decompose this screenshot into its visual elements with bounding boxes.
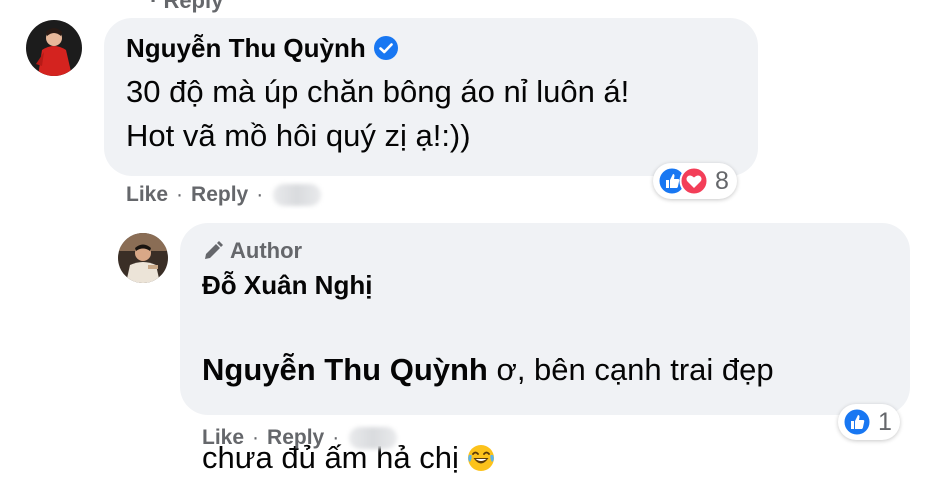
comment-author-name[interactable]: Đỗ Xuân Nghị (202, 270, 774, 300)
laughing-tears-emoji (468, 445, 495, 471)
reaction-count: 1 (878, 407, 892, 436)
avatar-nguyen-thu-quynh[interactable] (26, 20, 82, 76)
timestamp-blurred[interactable] (273, 184, 322, 206)
author-badge-label: Author (230, 238, 303, 263)
reaction-summary-1[interactable]: 8 (653, 163, 737, 199)
comment-bubble-1: Nguyễn Thu Quỳnh 30 độ mà úp chăn bông á… (104, 18, 758, 176)
reaction-summary-2[interactable]: 1 (838, 404, 900, 440)
comment-text: 30 độ mà úp chăn bông áo nỉ luôn á! Hot … (126, 74, 630, 153)
like-link[interactable]: Like (126, 183, 168, 207)
mention-link[interactable]: Nguyễn Thu Quỳnh (202, 352, 488, 387)
avatar-do-xuan-nghi[interactable] (118, 233, 168, 283)
comment-actions-1: Like · Reply · (126, 183, 322, 207)
pencil-icon (205, 241, 223, 259)
reply-link[interactable]: Reply (191, 183, 248, 207)
separator: · (332, 426, 340, 449)
author-name-text[interactable]: Nguyễn Thu Quỳnh (126, 33, 366, 63)
like-link[interactable]: Like (202, 426, 244, 450)
like-icon (842, 407, 872, 437)
comment-text-line1: ơ, bên cạnh trai đẹp (487, 352, 774, 387)
author-badge: Author (202, 238, 774, 264)
verified-badge-icon (373, 36, 398, 60)
separator: · (256, 183, 264, 206)
previous-comment-actions-cut: · Reply (150, 0, 223, 14)
previous-reply-fragment: · Reply (150, 0, 224, 13)
comment-actions-2: Like · Reply · (202, 426, 398, 450)
timestamp-blurred[interactable] (349, 427, 398, 449)
comment-author-name[interactable]: Nguyễn Thu Quỳnh (126, 33, 629, 63)
reaction-count: 8 (715, 166, 729, 195)
separator: · (252, 426, 260, 449)
reply-link[interactable]: Reply (267, 426, 324, 450)
separator: · (176, 183, 184, 206)
love-icon (679, 166, 709, 196)
author-name-text[interactable]: Đỗ Xuân Nghị (202, 270, 372, 300)
comment-bubble-2: Author Đỗ Xuân Nghị Nguyễn Thu Quỳnh ơ, … (180, 223, 910, 475)
